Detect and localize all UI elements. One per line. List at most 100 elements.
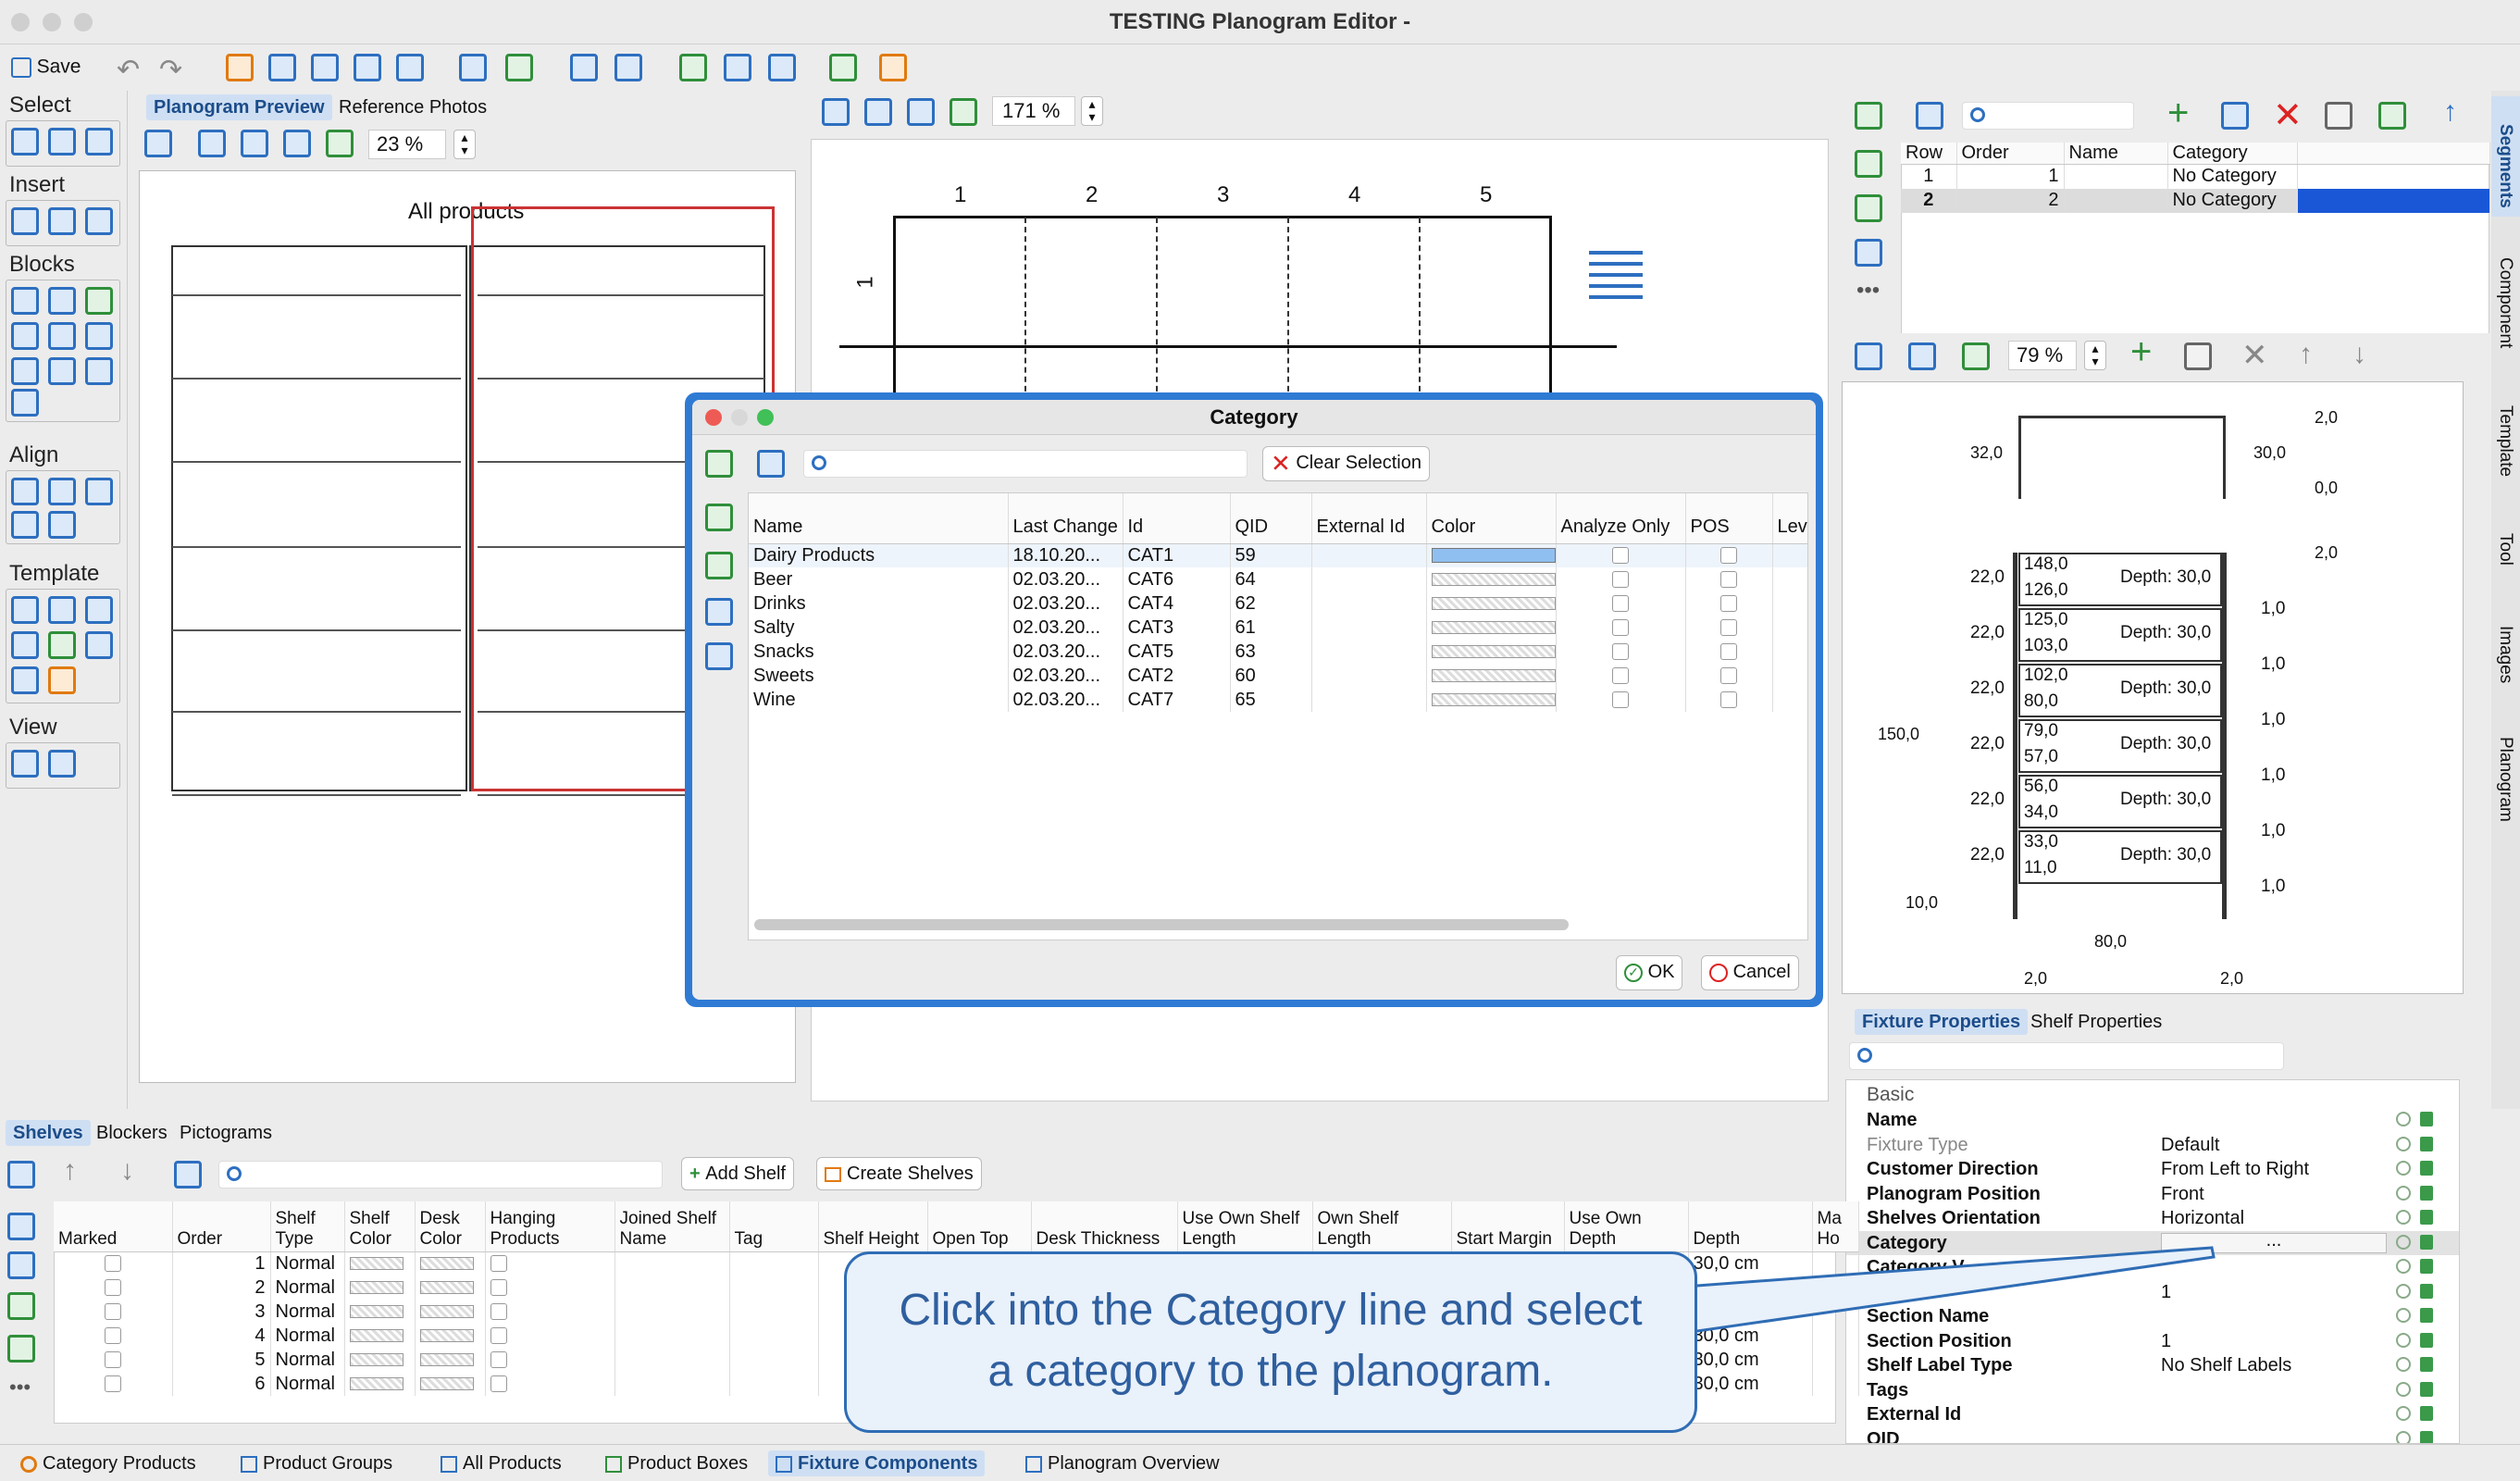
shelves-col-2[interactable]: Shelf Type (270, 1201, 345, 1252)
property-reset-icon[interactable] (2396, 1136, 2411, 1151)
editor-zoom-in-icon[interactable] (822, 98, 850, 126)
save-button[interactable]: Save (6, 51, 88, 84)
property-reset-icon[interactable] (2396, 1259, 2411, 1274)
segments-table-icon[interactable] (1916, 102, 1943, 130)
fixture-up-icon[interactable]: ↑ (2299, 339, 2313, 370)
tab-all-products[interactable]: All Products (433, 1450, 569, 1476)
shelves-side-1-icon[interactable] (7, 1213, 35, 1240)
flag-icon[interactable] (679, 54, 707, 81)
template-7-icon[interactable] (11, 666, 39, 694)
block-cube-icon[interactable] (85, 287, 113, 315)
side-tab-segments[interactable]: Segments (2491, 96, 2520, 217)
shelf-list-icon[interactable] (1589, 251, 1643, 305)
property-pin-icon[interactable] (2420, 1185, 2433, 1201)
category-row[interactable]: Salty 02.03.20... CAT3 61 (749, 616, 1807, 640)
chart-alt-icon[interactable] (768, 54, 796, 81)
hanging-products-checkbox[interactable] (490, 1327, 507, 1345)
shelf-color-swatch[interactable] (349, 1353, 403, 1367)
shelves-xo2-icon[interactable] (7, 1335, 35, 1363)
more-icon[interactable]: ••• (1856, 278, 1880, 304)
dialog-search-input[interactable] (803, 450, 1248, 478)
properties-section-basic[interactable]: Basic (1867, 1084, 1914, 1106)
property-row[interactable]: Fixture Type Default (1846, 1133, 2459, 1157)
chart-icon[interactable] (724, 54, 751, 81)
desk-color-swatch[interactable] (419, 1305, 474, 1319)
analyze-only-checkbox[interactable] (1612, 619, 1629, 637)
insert-shelf-icon[interactable] (11, 207, 39, 235)
delete-segment-icon[interactable]: ✕ (2273, 94, 2303, 136)
desk-color-swatch[interactable] (419, 1377, 474, 1391)
shelves-col-3[interactable]: Shelf Color (344, 1201, 416, 1252)
view-1-icon[interactable] (11, 750, 39, 778)
table-row-selected[interactable]: 2 2 No Category (1901, 188, 2490, 213)
sort-icon[interactable] (226, 54, 254, 81)
property-pin-icon[interactable] (2420, 1112, 2433, 1126)
category-col-3[interactable]: QID (1230, 493, 1312, 544)
block-resize-icon[interactable] (48, 287, 76, 315)
segment-tool-1-icon[interactable] (2325, 102, 2352, 130)
analyze-only-checkbox[interactable] (1612, 571, 1629, 589)
template-1-icon[interactable] (11, 596, 39, 624)
block-copy-icon[interactable] (48, 357, 76, 385)
property-reset-icon[interactable] (2396, 1185, 2411, 1201)
hanging-products-checkbox[interactable] (490, 1279, 507, 1297)
dialog-edit-icon[interactable] (705, 598, 733, 626)
property-pin-icon[interactable] (2420, 1381, 2433, 1397)
fixture-canvas[interactable]: 32,0 30,0 2,0 0,0 2,0 150,0 10,0 80,0 2,… (1842, 381, 2464, 994)
property-row[interactable]: External Id (1846, 1402, 2459, 1426)
view-2-icon[interactable] (48, 750, 76, 778)
shelf-down-icon[interactable]: ↓ (120, 1155, 134, 1187)
property-pin-icon[interactable] (2420, 1259, 2433, 1274)
col-name[interactable]: Name (2064, 143, 2168, 165)
analyze-only-checkbox[interactable] (1612, 595, 1629, 613)
select-tool-icon[interactable] (11, 128, 39, 156)
property-row[interactable]: Planogram Position Front (1846, 1182, 2459, 1206)
shelves-col-10[interactable]: Desk Thickness (1031, 1201, 1178, 1252)
block-move-icon[interactable] (11, 357, 39, 385)
shelf-color-swatch[interactable] (349, 1377, 403, 1391)
preview-zoom-stepper[interactable]: ▴ ▾ (453, 130, 476, 159)
zoom-in-icon[interactable] (198, 130, 226, 157)
property-row[interactable]: Tags (1846, 1378, 2459, 1402)
category-col-2[interactable]: Id (1123, 493, 1231, 544)
property-pin-icon[interactable] (2420, 1161, 2433, 1176)
shelf-color-swatch[interactable] (349, 1257, 403, 1271)
tab-planogram-overview[interactable]: Planogram Overview (1018, 1450, 1227, 1476)
tab-fixture-properties[interactable]: Fixture Properties (1855, 1009, 2029, 1035)
fit-window-icon[interactable] (144, 130, 172, 157)
property-pin-icon[interactable] (2420, 1332, 2433, 1348)
property-row[interactable]: Name (1846, 1108, 2459, 1132)
fixture-zoom-field[interactable]: 79 % (2008, 341, 2077, 370)
redo-icon[interactable]: ↷ (159, 54, 182, 86)
insert-x-icon[interactable] (48, 207, 76, 235)
tab-fixture-components[interactable]: Fixture Components (768, 1450, 986, 1476)
shelves-col-0[interactable]: Marked (54, 1201, 173, 1252)
preview-zoom-field[interactable]: 23 % (368, 130, 446, 159)
shelf-up-icon[interactable]: ↑ (63, 1155, 77, 1187)
editor-zoom-out-icon[interactable] (864, 98, 892, 126)
property-reset-icon[interactable] (2396, 1112, 2411, 1126)
columns-icon[interactable] (311, 54, 339, 81)
svg-export-icon[interactable] (879, 54, 907, 81)
add-shelf-button[interactable]: + Add Shelf (681, 1157, 794, 1190)
shelf-color-swatch[interactable] (349, 1329, 403, 1343)
dialog-xo2-icon[interactable] (705, 504, 733, 531)
shelves-more-icon[interactable]: ••• (9, 1375, 31, 1400)
fixture-down-icon[interactable]: ↓ (2352, 339, 2366, 370)
analyze-only-checkbox[interactable] (1612, 667, 1629, 685)
template-mirror-icon[interactable] (48, 666, 76, 694)
pos-checkbox[interactable] (1720, 643, 1737, 661)
check-all-icon[interactable] (7, 1161, 35, 1189)
property-pin-icon[interactable] (2420, 1283, 2433, 1299)
export-xo-icon[interactable] (829, 54, 857, 81)
tab-pictograms[interactable]: Pictograms (172, 1120, 279, 1146)
align-left-icon[interactable] (11, 478, 39, 505)
template-2-icon[interactable] (48, 596, 76, 624)
analyze-only-checkbox[interactable] (1612, 643, 1629, 661)
property-reset-icon[interactable] (2396, 1406, 2411, 1421)
shelves-col-1[interactable]: Order (172, 1201, 271, 1252)
align-center-icon[interactable] (48, 478, 76, 505)
cancel-button[interactable]: Cancel (1701, 955, 1799, 990)
marked-checkbox[interactable] (104, 1303, 121, 1321)
category-row[interactable]: Wine 02.03.20... CAT7 65 (749, 688, 1807, 712)
